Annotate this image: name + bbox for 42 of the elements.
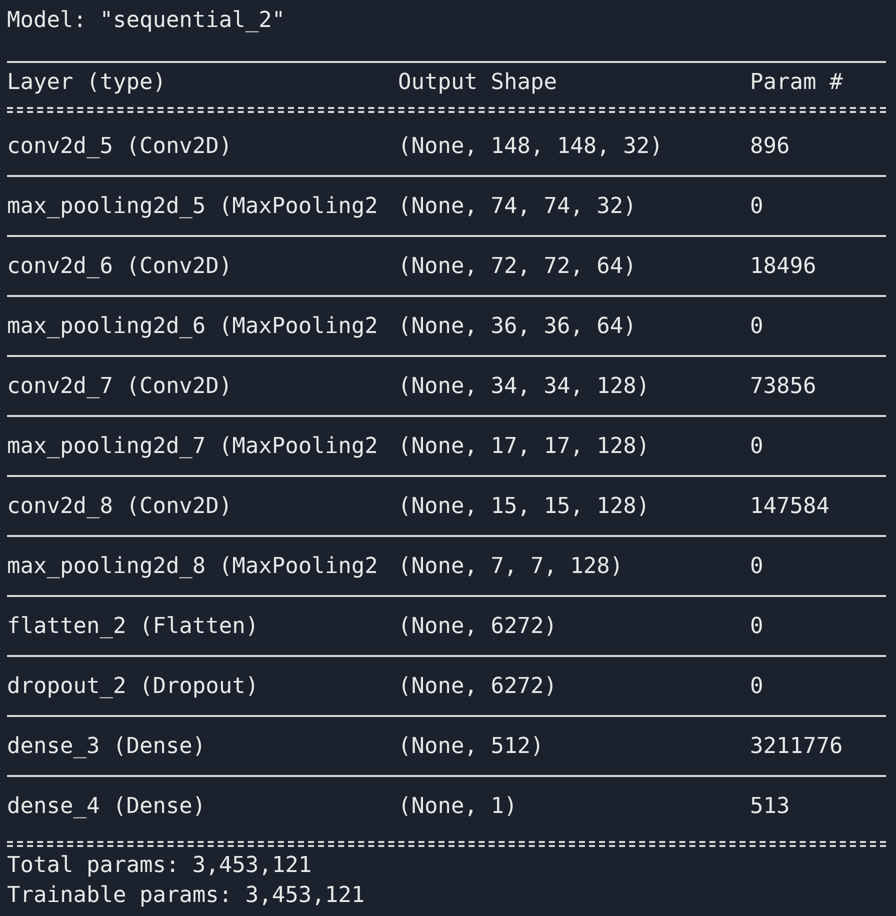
layer-name: max_pooling2d_8 (MaxPooling2 — [7, 554, 379, 578]
output-dims-text: (None, 36, 36, 64) — [398, 314, 638, 338]
model-title: Model: "sequential_2" — [7, 7, 286, 35]
summary-line: Trainable params: 3,453,121 — [7, 882, 366, 910]
param-count: 147584 — [750, 494, 830, 518]
param-count: 0 — [750, 554, 764, 578]
output-dims-text: (None, 7, 7, 128) — [398, 554, 624, 578]
param-count: 18496 — [750, 254, 818, 278]
param-count: 0 — [750, 614, 764, 638]
param-count: 3211776 — [750, 734, 844, 758]
output-dims-text: (None, 148, 148, 32) — [398, 134, 664, 158]
param-count: 0 — [750, 674, 764, 698]
output-dims-text: (None, 17, 17, 128) — [398, 434, 651, 458]
layer-name: conv2d_5 (Conv2D) — [7, 134, 234, 158]
layer-name: dense_3 (Dense) — [7, 734, 207, 758]
param-count: 73856 — [750, 374, 818, 398]
column-header: Layer (type) — [7, 70, 167, 94]
param-count: 513 — [750, 794, 791, 818]
layer-name: conv2d_8 (Conv2D) — [7, 494, 234, 518]
output-dims-text: (None, 1) — [398, 794, 518, 818]
output-dims-text: (None, 74, 74, 32) — [398, 194, 638, 218]
output-dims-text: (None, 72, 72, 64) — [398, 254, 638, 278]
param-count: 0 — [750, 314, 764, 338]
param-count: 0 — [750, 194, 764, 218]
column-header: Param # — [750, 70, 844, 94]
output-dims-text: (None, 6272) — [398, 614, 558, 638]
layer-name: flatten_2 (Flatten) — [7, 614, 260, 638]
output-dims-text: (None, 6272) — [398, 674, 558, 698]
output-dims-text: (None, 512) — [398, 734, 545, 758]
layer-name: conv2d_7 (Conv2D) — [7, 374, 234, 398]
layer-name: max_pooling2d_6 (MaxPooling2 — [7, 314, 379, 338]
layer-name: max_pooling2d_5 (MaxPooling2 — [7, 194, 379, 218]
output-dims-text: (None, 34, 34, 128) — [398, 374, 651, 398]
summary-line: Total params: 3,453,121 — [7, 852, 313, 880]
column-header: Output Shape — [398, 70, 558, 94]
param-count: 896 — [750, 134, 791, 158]
layer-name: max_pooling2d_7 (MaxPooling2 — [7, 434, 379, 458]
output-dims-text: (None, 15, 15, 128) — [398, 494, 651, 518]
layer-name: dropout_2 (Dropout) — [7, 674, 260, 698]
layer-name: dense_4 (Dense) — [7, 794, 207, 818]
layer-name: conv2d_6 (Conv2D) — [7, 254, 234, 278]
param-count: 0 — [750, 434, 764, 458]
